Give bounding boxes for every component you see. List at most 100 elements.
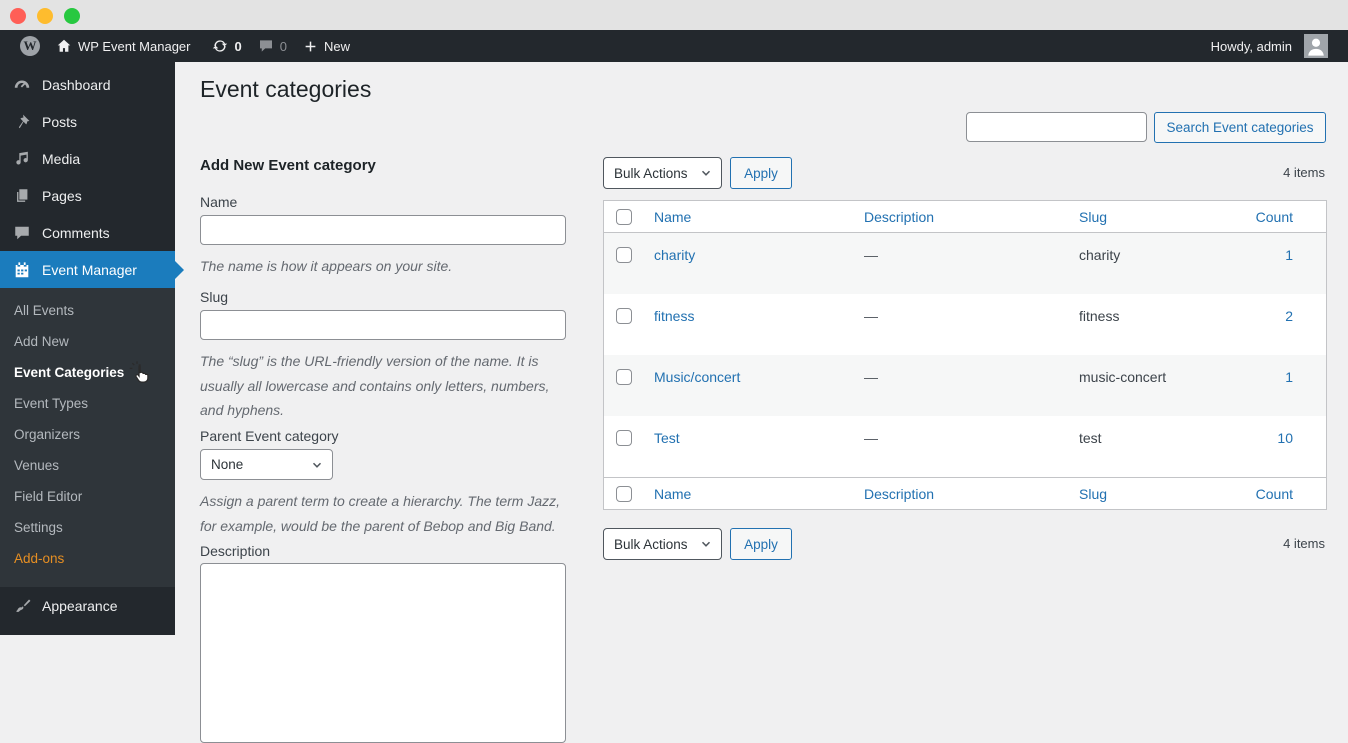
plus-icon (305, 41, 316, 51)
category-name-link[interactable]: charity (644, 233, 854, 263)
column-footer-description[interactable]: Description (854, 486, 1069, 502)
sidebar-item-posts[interactable]: Posts (0, 103, 175, 140)
select-all-checkbox[interactable] (616, 208, 632, 225)
description-field[interactable] (200, 563, 566, 743)
submenu-label: Venues (14, 458, 60, 473)
wp-logo-menu[interactable]: W (12, 30, 48, 62)
slug-field[interactable] (200, 310, 566, 340)
search-input[interactable] (966, 112, 1147, 142)
calendar-icon (15, 261, 29, 277)
close-window-button[interactable] (10, 8, 26, 24)
sidebar-item-dashboard[interactable]: Dashboard (0, 66, 175, 103)
categories-list-panel: Search Event categories Bulk Actions App… (603, 62, 1327, 635)
my-account-menu[interactable]: Howdy, admin (1203, 30, 1336, 62)
category-description: — (864, 308, 878, 324)
category-name-link[interactable]: fitness (644, 294, 854, 324)
updates-menu[interactable]: 0 (204, 30, 249, 62)
submenu-label: Event Categories (14, 365, 125, 380)
table-row: fitness — fitness 2 (604, 294, 1326, 355)
new-content-menu[interactable]: New (295, 30, 358, 62)
submenu-label: Add-ons (14, 551, 65, 566)
parent-label: Parent Event category (200, 428, 339, 444)
maximize-window-button[interactable] (64, 8, 80, 24)
bulk-actions-value: Bulk Actions (614, 165, 688, 181)
bulk-actions-select-top[interactable]: Bulk Actions (603, 157, 722, 189)
column-footer-count[interactable]: Count (1234, 486, 1326, 502)
site-name-link[interactable]: WP Event Manager (48, 30, 198, 62)
submenu-item-organizers[interactable]: Organizers (0, 419, 175, 450)
sidebar-item-label: Posts (42, 113, 78, 130)
column-header-count[interactable]: Count (1234, 209, 1326, 225)
chevron-down-icon (312, 462, 322, 468)
wordpress-logo-icon: W (20, 36, 40, 56)
media-icon (16, 151, 28, 165)
category-count-link[interactable]: 10 (1234, 416, 1326, 446)
form-heading: Add New Event category (200, 157, 376, 174)
sidebar-item-appearance[interactable]: Appearance (0, 587, 175, 624)
howdy-greeting: Howdy, admin (1210, 38, 1292, 54)
submenu-item-all-events[interactable]: All Events (0, 295, 175, 326)
sidebar-item-label: Pages (42, 187, 82, 204)
submenu-item-settings[interactable]: Settings (0, 512, 175, 543)
row-checkbox[interactable] (616, 430, 632, 446)
sidebar-item-label: Appearance (42, 597, 118, 614)
row-checkbox[interactable] (616, 247, 632, 263)
parent-category-select[interactable]: None (200, 449, 333, 480)
paintbrush-icon (15, 599, 31, 612)
category-slug: test (1079, 430, 1102, 446)
apply-button-bottom[interactable]: Apply (730, 528, 792, 560)
minimize-window-button[interactable] (37, 8, 53, 24)
category-slug: fitness (1079, 308, 1120, 324)
bulk-actions-value: Bulk Actions (614, 536, 688, 552)
row-checkbox[interactable] (616, 369, 632, 385)
window-titlebar (0, 0, 1348, 30)
apply-button-top[interactable]: Apply (730, 157, 792, 189)
submenu-item-add-ons[interactable]: Add-ons (0, 543, 175, 574)
wp-admin-bar: W WP Event Manager 0 0 New Howdy, admin (0, 30, 1348, 62)
submenu-item-venues[interactable]: Venues (0, 450, 175, 481)
select-all-checkbox-bottom[interactable] (616, 485, 632, 502)
column-footer-name[interactable]: Name (644, 486, 854, 502)
table-header-row: Name Description Slug Count (604, 201, 1326, 233)
column-footer-slug[interactable]: Slug (1069, 486, 1234, 502)
pushpin-icon (18, 114, 30, 128)
sidebar-item-pages[interactable]: Pages (0, 177, 175, 214)
description-label: Description (200, 543, 271, 559)
name-field[interactable] (200, 215, 566, 245)
bulk-actions-select-bottom[interactable]: Bulk Actions (603, 528, 722, 560)
column-header-description[interactable]: Description (854, 209, 1069, 225)
comments-count: 0 (279, 38, 287, 54)
search-button[interactable]: Search Event categories (1154, 112, 1326, 143)
category-description: — (864, 247, 878, 263)
sidebar-item-media[interactable]: Media (0, 140, 175, 177)
submenu-label: All Events (14, 303, 75, 318)
sidebar-item-label: Comments (42, 224, 110, 241)
sidebar-item-event-manager[interactable]: Event Manager (0, 251, 184, 288)
current-menu-arrow (175, 260, 184, 279)
comments-menu[interactable]: 0 (250, 30, 295, 62)
category-name-link[interactable]: Music/concert (644, 355, 854, 385)
row-checkbox[interactable] (616, 308, 632, 324)
submenu-item-event-types[interactable]: Event Types (0, 388, 175, 419)
category-description: — (864, 430, 878, 446)
submenu-item-event-categories[interactable]: Event Categories (0, 357, 175, 388)
category-count-link[interactable]: 2 (1234, 294, 1326, 324)
slug-label: Slug (200, 289, 229, 305)
name-label: Name (200, 194, 238, 210)
sidebar-item-comments[interactable]: Comments (0, 214, 175, 251)
comments-icon (15, 226, 29, 239)
category-slug: music-concert (1079, 369, 1167, 385)
column-header-slug[interactable]: Slug (1069, 209, 1234, 225)
category-count-link[interactable]: 1 (1234, 233, 1326, 263)
home-icon (57, 39, 71, 52)
dashboard-icon (14, 80, 30, 88)
submenu-label: Field Editor (14, 489, 83, 504)
submenu-item-add-new[interactable]: Add New (0, 326, 175, 357)
category-count-link[interactable]: 1 (1234, 355, 1326, 385)
submenu-item-field-editor[interactable]: Field Editor (0, 481, 175, 512)
category-name-link[interactable]: Test (644, 416, 854, 446)
column-header-name[interactable]: Name (644, 209, 854, 225)
event-manager-submenu: All Events Add New Event Categories Even… (0, 288, 175, 587)
category-description: — (864, 369, 878, 385)
sidebar-item-label: Event Manager (42, 261, 137, 278)
